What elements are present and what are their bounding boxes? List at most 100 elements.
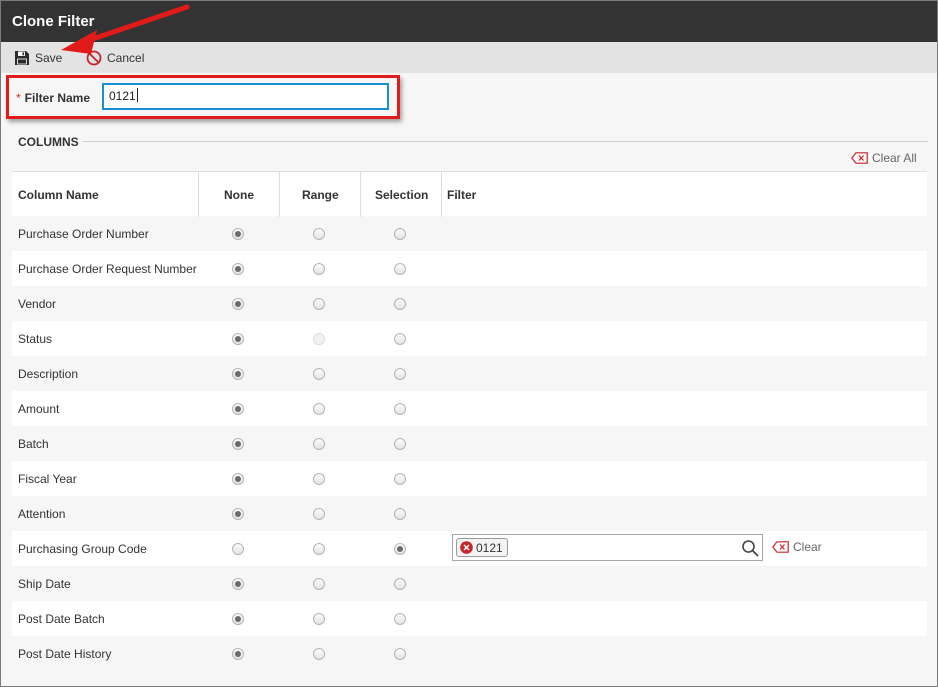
radio-none[interactable] xyxy=(232,613,244,625)
table-row: Purchase Order Number xyxy=(12,216,927,251)
radio-range[interactable] xyxy=(313,473,325,485)
table-row: Ship Date xyxy=(12,566,927,601)
filter-chip: 0121 xyxy=(456,538,508,557)
floppy-disk-icon xyxy=(15,51,29,65)
radio-none[interactable] xyxy=(232,368,244,380)
radio-range[interactable] xyxy=(313,648,325,660)
filter-name-label: * Filter Name xyxy=(16,91,90,105)
table-row: Vendor xyxy=(12,286,927,321)
radio-range[interactable] xyxy=(313,298,325,310)
grid-header: Column Name None Range Selection Filter xyxy=(12,171,927,217)
column-name-cell: Ship Date xyxy=(18,576,71,591)
header-separator xyxy=(279,172,280,217)
radio-selection[interactable] xyxy=(394,473,406,485)
clone-filter-window: Clone Filter Save Cancel * Filter Name 01… xyxy=(0,0,938,687)
window-title: Clone Filter xyxy=(12,13,95,30)
radio-range[interactable] xyxy=(313,228,325,240)
cancel-button[interactable]: Cancel xyxy=(86,49,144,67)
row-clear-button[interactable]: Clear xyxy=(772,540,822,554)
filter-selection-input[interactable]: 0121 xyxy=(452,534,763,561)
radio-none[interactable] xyxy=(232,543,244,555)
table-row: Status xyxy=(12,321,927,356)
columns-grid: Column Name None Range Selection Filter … xyxy=(12,171,927,671)
backspace-x-icon xyxy=(772,541,789,553)
clear-all-button[interactable]: Clear All xyxy=(851,151,917,165)
radio-none[interactable] xyxy=(232,508,244,520)
save-label: Save xyxy=(35,51,63,65)
column-name-cell: Description xyxy=(18,366,79,381)
header-filter: Filter xyxy=(447,187,477,202)
radio-none[interactable] xyxy=(232,403,244,415)
radio-none[interactable] xyxy=(232,333,244,345)
radio-selection[interactable] xyxy=(394,543,406,555)
x-circle-icon[interactable] xyxy=(460,541,473,554)
column-name-cell: Vendor xyxy=(18,296,57,311)
radio-none[interactable] xyxy=(232,298,244,310)
radio-selection[interactable] xyxy=(394,298,406,310)
header-selection: Selection xyxy=(375,187,429,202)
column-name-cell: Purchase Order Request Number xyxy=(18,261,197,276)
radio-range[interactable] xyxy=(313,508,325,520)
radio-range xyxy=(313,333,325,345)
section-divider xyxy=(83,141,928,142)
radio-none[interactable] xyxy=(232,263,244,275)
radio-selection[interactable] xyxy=(394,648,406,660)
radio-range[interactable] xyxy=(313,403,325,415)
header-none: None xyxy=(224,187,254,202)
grid-body: Purchase Order Number Purchase Order Requ… xyxy=(12,216,927,671)
table-row: Post Date History xyxy=(12,636,927,671)
filter-name-label-text: Filter Name xyxy=(24,91,91,105)
column-name-cell: Batch xyxy=(18,436,49,451)
radio-selection[interactable] xyxy=(394,368,406,380)
clear-all-label: Clear All xyxy=(872,151,917,165)
radio-selection[interactable] xyxy=(394,508,406,520)
radio-range[interactable] xyxy=(313,263,325,275)
magnifier-icon[interactable] xyxy=(741,539,759,557)
table-row: Post Date Batch xyxy=(12,601,927,636)
columns-section-title: COLUMNS xyxy=(18,135,79,149)
header-range: Range xyxy=(302,187,339,202)
table-row: Attention xyxy=(12,496,927,531)
filter-name-input[interactable]: 0121 xyxy=(102,83,389,110)
radio-selection[interactable] xyxy=(394,228,406,240)
header-separator xyxy=(360,172,361,217)
header-column-name: Column Name xyxy=(18,187,99,202)
column-name-cell: Purchasing Group Code xyxy=(18,541,147,556)
row-clear-label: Clear xyxy=(793,540,822,554)
filter-chip-label: 0121 xyxy=(476,540,503,555)
table-row: Fiscal Year xyxy=(12,461,927,496)
table-row: Purchase Order Request Number xyxy=(12,251,927,286)
cancel-label: Cancel xyxy=(107,51,145,65)
radio-selection[interactable] xyxy=(394,333,406,345)
text-cursor xyxy=(136,88,138,102)
header-separator xyxy=(441,172,442,217)
radio-range[interactable] xyxy=(313,613,325,625)
radio-none[interactable] xyxy=(232,438,244,450)
radio-none[interactable] xyxy=(232,578,244,590)
toolbar: Save Cancel xyxy=(1,42,937,73)
column-name-cell: Attention xyxy=(18,506,66,521)
title-bar: Clone Filter xyxy=(1,1,937,42)
column-name-cell: Amount xyxy=(18,401,60,416)
radio-none[interactable] xyxy=(232,228,244,240)
radio-range[interactable] xyxy=(313,543,325,555)
radio-selection[interactable] xyxy=(394,263,406,275)
filter-name-value: 0121 xyxy=(109,89,136,103)
radio-range[interactable] xyxy=(313,578,325,590)
column-name-cell: Post Date History xyxy=(18,646,112,661)
column-name-cell: Status xyxy=(18,331,53,346)
column-name-cell: Purchase Order Number xyxy=(18,226,149,241)
radio-selection[interactable] xyxy=(394,613,406,625)
backspace-x-icon xyxy=(851,152,868,164)
save-button[interactable]: Save xyxy=(14,49,62,67)
header-separator xyxy=(198,172,199,217)
table-row: Batch xyxy=(12,426,927,461)
radio-none[interactable] xyxy=(232,648,244,660)
radio-selection[interactable] xyxy=(394,403,406,415)
radio-selection[interactable] xyxy=(394,438,406,450)
radio-range[interactable] xyxy=(313,368,325,380)
radio-selection[interactable] xyxy=(394,578,406,590)
radio-range[interactable] xyxy=(313,438,325,450)
table-row: Description xyxy=(12,356,927,391)
radio-none[interactable] xyxy=(232,473,244,485)
